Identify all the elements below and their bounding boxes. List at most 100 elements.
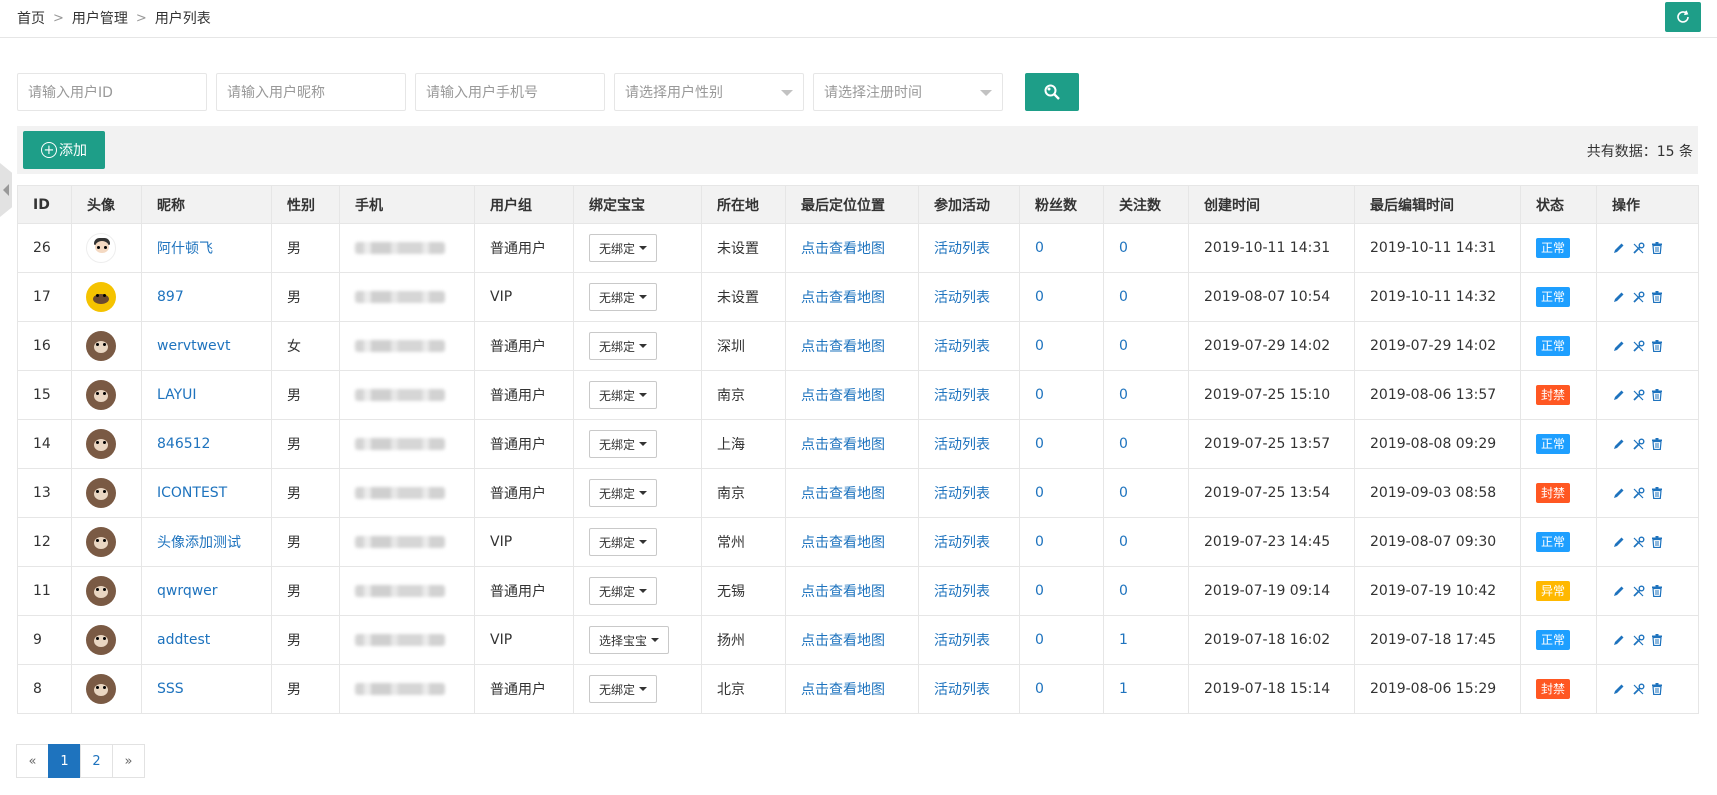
view-map-link[interactable]: 点击查看地图 — [785, 468, 919, 518]
bind-baby-dropdown[interactable]: 无绑定 — [589, 332, 658, 360]
avatar[interactable] — [86, 429, 116, 459]
fans-count-link[interactable]: 0 — [1019, 468, 1104, 518]
cell-nickname[interactable]: 846512 — [141, 419, 272, 469]
search-button[interactable] — [1025, 73, 1079, 111]
sidebar-toggle[interactable] — [0, 163, 12, 217]
regtime-select[interactable]: 请选择注册时间 — [813, 73, 1003, 111]
view-map-link[interactable]: 点击查看地图 — [785, 370, 919, 420]
tools-icon[interactable] — [1631, 633, 1645, 647]
activity-list-link[interactable]: 活动列表 — [918, 223, 1020, 273]
fans-count-link[interactable]: 0 — [1019, 321, 1104, 371]
pagination-next[interactable]: » — [112, 744, 145, 778]
status-badge[interactable]: 异常 — [1536, 581, 1571, 601]
fans-count-link[interactable]: 0 — [1019, 223, 1104, 273]
follow-count-link[interactable]: 0 — [1103, 272, 1189, 322]
gender-select[interactable]: 请选择用户性别 — [614, 73, 804, 111]
avatar[interactable] — [86, 331, 116, 361]
activity-list-link[interactable]: 活动列表 — [918, 321, 1020, 371]
trash-icon[interactable] — [1650, 290, 1664, 304]
avatar[interactable] — [86, 282, 116, 312]
pencil-icon[interactable] — [1612, 633, 1626, 647]
view-map-link[interactable]: 点击查看地图 — [785, 419, 919, 469]
trash-icon[interactable] — [1650, 339, 1664, 353]
add-user-button[interactable]: + 添加 — [23, 131, 105, 169]
bind-baby-dropdown[interactable]: 无绑定 — [589, 234, 658, 262]
view-map-link[interactable]: 点击查看地图 — [785, 664, 919, 714]
avatar[interactable] — [86, 478, 116, 508]
activity-list-link[interactable]: 活动列表 — [918, 272, 1020, 322]
status-badge[interactable]: 正常 — [1536, 434, 1571, 454]
avatar[interactable] — [86, 380, 116, 410]
tools-icon[interactable] — [1631, 535, 1645, 549]
trash-icon[interactable] — [1650, 633, 1664, 647]
trash-icon[interactable] — [1650, 241, 1664, 255]
bind-baby-dropdown[interactable]: 选择宝宝 — [589, 626, 670, 654]
fans-count-link[interactable]: 0 — [1019, 664, 1104, 714]
view-map-link[interactable]: 点击查看地图 — [785, 223, 919, 273]
trash-icon[interactable] — [1650, 437, 1664, 451]
trash-icon[interactable] — [1650, 388, 1664, 402]
trash-icon[interactable] — [1650, 535, 1664, 549]
pencil-icon[interactable] — [1612, 682, 1626, 696]
follow-count-link[interactable]: 0 — [1103, 419, 1189, 469]
follow-count-link[interactable]: 0 — [1103, 370, 1189, 420]
follow-count-link[interactable]: 0 — [1103, 566, 1189, 616]
cell-nickname[interactable]: 头像添加测试 — [141, 517, 272, 567]
view-map-link[interactable]: 点击查看地图 — [785, 321, 919, 371]
bind-baby-dropdown[interactable]: 无绑定 — [589, 381, 658, 409]
avatar[interactable] — [86, 674, 116, 704]
status-badge[interactable]: 正常 — [1536, 532, 1571, 552]
view-map-link[interactable]: 点击查看地图 — [785, 615, 919, 665]
cell-nickname[interactable]: LAYUI — [141, 370, 272, 420]
fans-count-link[interactable]: 0 — [1019, 615, 1104, 665]
view-map-link[interactable]: 点击查看地图 — [785, 566, 919, 616]
status-badge[interactable]: 封禁 — [1536, 679, 1571, 699]
avatar[interactable] — [86, 625, 116, 655]
avatar[interactable] — [86, 233, 116, 263]
pagination-prev[interactable]: « — [16, 744, 49, 778]
pencil-icon[interactable] — [1612, 437, 1626, 451]
follow-count-link[interactable]: 0 — [1103, 321, 1189, 371]
bind-baby-dropdown[interactable]: 无绑定 — [589, 283, 658, 311]
tools-icon[interactable] — [1631, 388, 1645, 402]
user-id-input[interactable]: 请输入用户ID — [17, 73, 207, 111]
status-badge[interactable]: 封禁 — [1536, 385, 1571, 405]
bind-baby-dropdown[interactable]: 无绑定 — [589, 528, 658, 556]
avatar[interactable] — [86, 576, 116, 606]
tools-icon[interactable] — [1631, 584, 1645, 598]
fans-count-link[interactable]: 0 — [1019, 566, 1104, 616]
cell-nickname[interactable]: qwrqwer — [141, 566, 272, 616]
activity-list-link[interactable]: 活动列表 — [918, 566, 1020, 616]
trash-icon[interactable] — [1650, 584, 1664, 598]
bind-baby-dropdown[interactable]: 无绑定 — [589, 577, 658, 605]
phone-input[interactable]: 请输入用户手机号 — [415, 73, 605, 111]
pagination-page-1[interactable]: 1 — [48, 744, 81, 778]
tools-icon[interactable] — [1631, 437, 1645, 451]
bind-baby-dropdown[interactable]: 无绑定 — [589, 675, 658, 703]
activity-list-link[interactable]: 活动列表 — [918, 419, 1020, 469]
status-badge[interactable]: 正常 — [1536, 630, 1571, 650]
pencil-icon[interactable] — [1612, 388, 1626, 402]
pencil-icon[interactable] — [1612, 486, 1626, 500]
activity-list-link[interactable]: 活动列表 — [918, 615, 1020, 665]
activity-list-link[interactable]: 活动列表 — [918, 664, 1020, 714]
follow-count-link[interactable]: 0 — [1103, 468, 1189, 518]
activity-list-link[interactable]: 活动列表 — [918, 468, 1020, 518]
tools-icon[interactable] — [1631, 486, 1645, 500]
cell-nickname[interactable]: addtest — [141, 615, 272, 665]
cell-nickname[interactable]: wervtwevt — [141, 321, 272, 371]
nickname-input[interactable]: 请输入用户昵称 — [216, 73, 406, 111]
fans-count-link[interactable]: 0 — [1019, 517, 1104, 567]
fans-count-link[interactable]: 0 — [1019, 370, 1104, 420]
fans-count-link[interactable]: 0 — [1019, 419, 1104, 469]
status-badge[interactable]: 封禁 — [1536, 483, 1571, 503]
bind-baby-dropdown[interactable]: 无绑定 — [589, 430, 658, 458]
cell-nickname[interactable]: 阿什顿飞 — [141, 223, 272, 273]
bind-baby-dropdown[interactable]: 无绑定 — [589, 479, 658, 507]
status-badge[interactable]: 正常 — [1536, 287, 1571, 307]
status-badge[interactable]: 正常 — [1536, 238, 1571, 258]
tools-icon[interactable] — [1631, 290, 1645, 304]
cell-nickname[interactable]: SSS — [141, 664, 272, 714]
pagination-page-2[interactable]: 2 — [80, 744, 113, 778]
fans-count-link[interactable]: 0 — [1019, 272, 1104, 322]
